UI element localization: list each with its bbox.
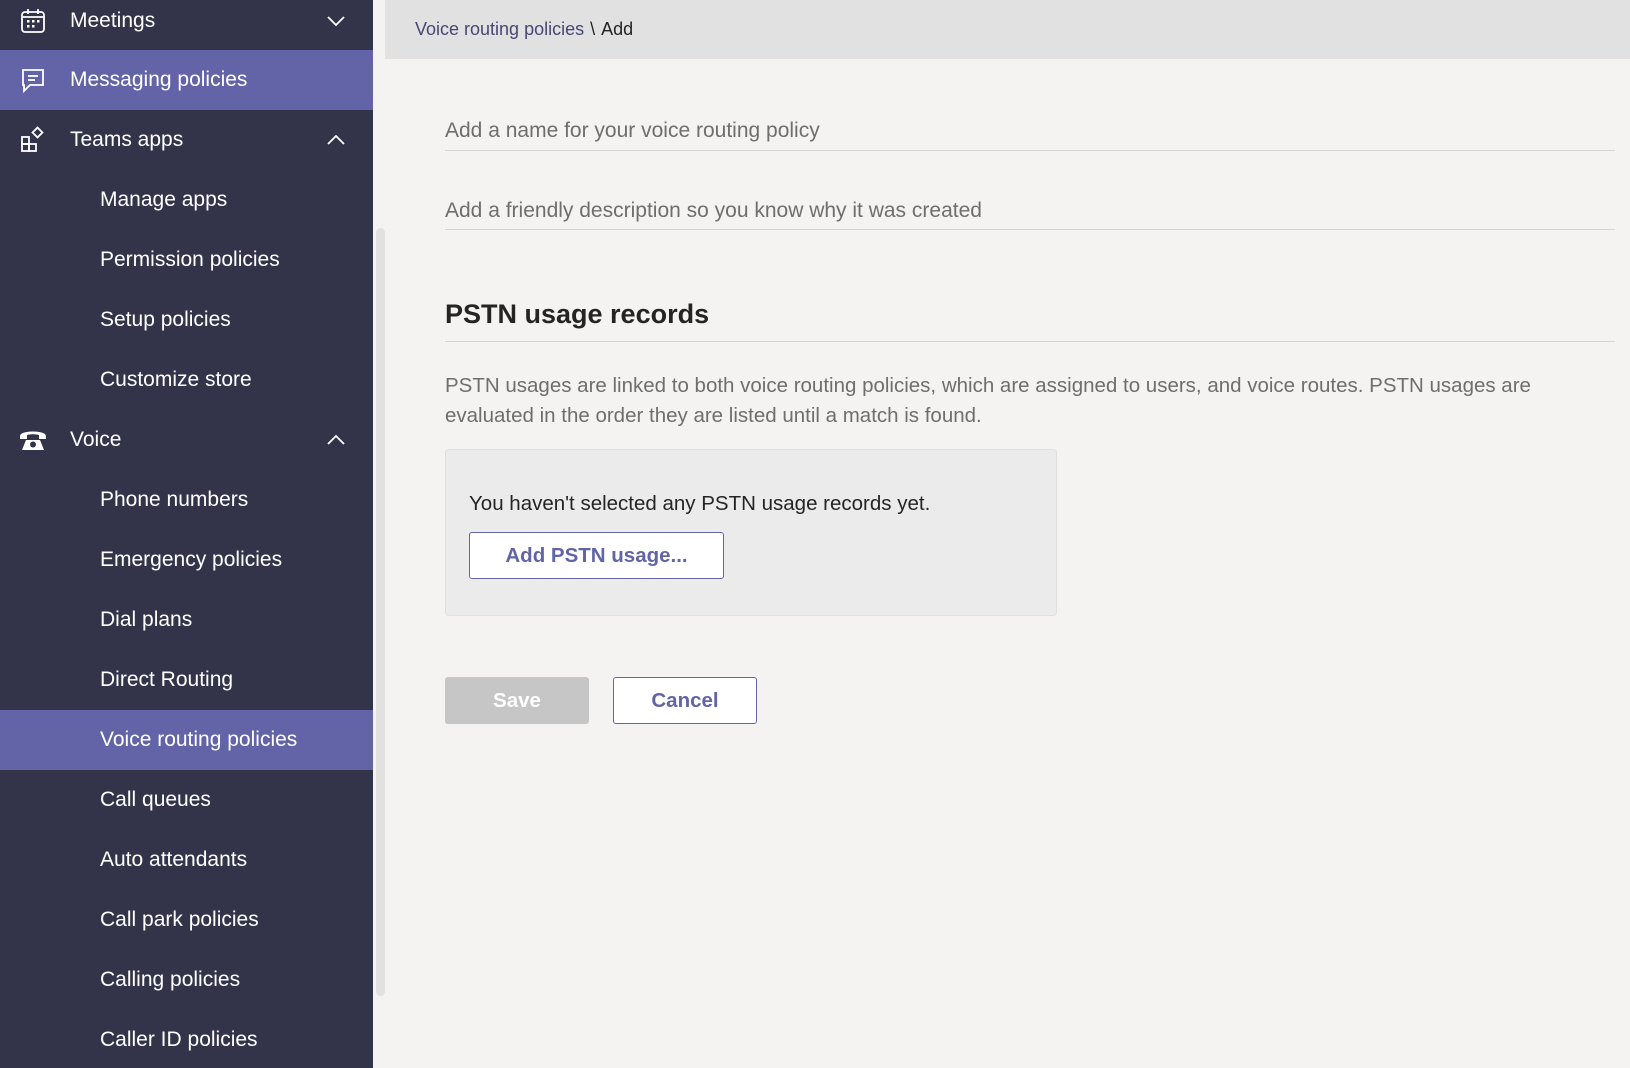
- sidebar-item-label: Permission policies: [100, 248, 280, 271]
- breadcrumb: Voice routing policies \ Add: [385, 0, 1630, 59]
- breadcrumb-separator: \: [590, 19, 596, 39]
- sidebar-item-messaging-policies[interactable]: Messaging policies: [0, 50, 373, 110]
- breadcrumb-voice-routing-policies[interactable]: Voice routing policies: [415, 19, 584, 40]
- sidebar-item-direct-routing[interactable]: Direct Routing: [0, 650, 373, 710]
- sidebar-item-permission-policies[interactable]: Permission policies: [0, 230, 373, 290]
- policy-description-input[interactable]: [445, 192, 1615, 230]
- sidebar-item-label: Messaging policies: [70, 68, 248, 91]
- sidebar-scrollbar[interactable]: [376, 228, 385, 996]
- policy-name-input[interactable]: [445, 111, 1615, 151]
- sidebar-nav: Meetings Messaging policies Teams apps M…: [0, 0, 373, 1068]
- sidebar-item-emergency-policies[interactable]: Emergency policies: [0, 530, 373, 590]
- pstn-section-title: PSTN usage records: [445, 299, 710, 329]
- sidebar-item-call-queues[interactable]: Call queues: [0, 770, 373, 830]
- sidebar-item-label: Teams apps: [70, 128, 184, 151]
- phone-icon: [18, 425, 48, 455]
- teams-admin-app: Meetings Messaging policies Teams apps M…: [0, 0, 1630, 1068]
- chevron-up-icon[interactable]: [325, 129, 347, 151]
- save-button[interactable]: Save: [445, 677, 589, 724]
- sidebar-item-teams-apps[interactable]: Teams apps: [0, 110, 373, 170]
- add-pstn-usage-button[interactable]: Add PSTN usage...: [469, 532, 724, 579]
- message-icon: [18, 65, 48, 95]
- sidebar-item-calling-policies[interactable]: Calling policies: [0, 950, 373, 1010]
- sidebar-item-label: Voice routing policies: [100, 728, 298, 751]
- sidebar-item-label: Meetings: [70, 9, 156, 32]
- section-divider: [445, 341, 1615, 342]
- sidebar-item-label: Direct Routing: [100, 668, 234, 691]
- sidebar-item-label: Calling policies: [100, 968, 241, 991]
- sidebar-item-customize-store[interactable]: Customize store: [0, 350, 373, 410]
- main-content: PSTN usage records PSTN usages are linke…: [385, 59, 1630, 1068]
- sidebar-item-label: Customize store: [100, 368, 252, 391]
- sidebar-item-label: Call queues: [100, 788, 211, 811]
- sidebar-item-call-park-policies[interactable]: Call park policies: [0, 890, 373, 950]
- sidebar-item-phone-numbers[interactable]: Phone numbers: [0, 470, 373, 530]
- pstn-section-description: PSTN usages are linked to both voice rou…: [445, 374, 1531, 427]
- sidebar-item-label: Phone numbers: [100, 488, 249, 511]
- pstn-usage-empty-state: You haven't selected any PSTN usage reco…: [445, 449, 1057, 616]
- sidebar-item-meetings[interactable]: Meetings: [0, 0, 373, 51]
- sidebar-item-label: Auto attendants: [100, 848, 248, 871]
- sidebar-item-label: Emergency policies: [100, 548, 283, 571]
- sidebar-item-label: Caller ID policies: [100, 1028, 258, 1051]
- sidebar-item-manage-apps[interactable]: Manage apps: [0, 170, 373, 230]
- sidebar-item-voice[interactable]: Voice: [0, 410, 373, 470]
- sidebar-item-setup-policies[interactable]: Setup policies: [0, 290, 373, 350]
- chevron-up-icon[interactable]: [325, 429, 347, 451]
- breadcrumb-current: Add: [601, 19, 634, 39]
- sidebar-item-voice-routing-policies[interactable]: Voice routing policies: [0, 710, 373, 770]
- sidebar-item-label: Voice: [70, 428, 122, 451]
- sidebar-item-label: Manage apps: [100, 188, 228, 211]
- empty-state-message: You haven't selected any PSTN usage reco…: [469, 492, 931, 515]
- calendar-icon: [18, 6, 48, 36]
- chevron-down-icon[interactable]: [325, 10, 347, 32]
- cancel-button[interactable]: Cancel: [613, 677, 757, 724]
- sidebar-item-auto-attendants[interactable]: Auto attendants: [0, 830, 373, 890]
- sidebar-item-label: Call park policies: [100, 908, 259, 931]
- sidebar-item-label: Setup policies: [100, 308, 231, 331]
- apps-icon: [18, 125, 48, 155]
- sidebar-item-dial-plans[interactable]: Dial plans: [0, 590, 373, 650]
- sidebar-item-caller-id-policies[interactable]: Caller ID policies: [0, 1010, 373, 1068]
- sidebar-item-label: Dial plans: [100, 608, 193, 631]
